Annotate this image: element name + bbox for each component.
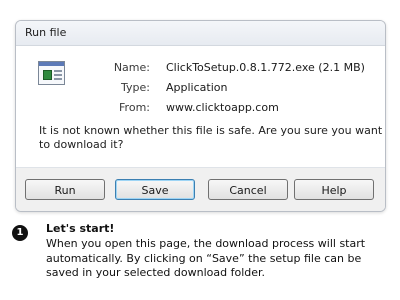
type-label: Type: xyxy=(121,81,150,94)
step-title: Let's start! xyxy=(46,222,115,235)
name-value: ClickToSetup.0.8.1.772.exe (2.1 MB) xyxy=(166,61,365,74)
step-number-badge: 1 xyxy=(12,225,28,241)
from-value: www.clicktoapp.com xyxy=(166,101,279,114)
save-button[interactable]: Save xyxy=(115,179,195,200)
dialog-title: Run file xyxy=(16,21,385,46)
from-label: From: xyxy=(119,101,150,114)
step-description: When you open this page, the download pr… xyxy=(46,237,366,279)
run-file-dialog: Run file Name: ClickToSetup.0.8.1.772.ex… xyxy=(15,20,386,212)
type-value: Application xyxy=(166,81,228,94)
divider xyxy=(16,167,385,168)
name-label: Name: xyxy=(113,61,150,74)
help-button[interactable]: Help xyxy=(294,179,374,200)
cancel-button[interactable]: Cancel xyxy=(208,179,288,200)
button-bar: Run Save Cancel Help xyxy=(16,167,385,211)
run-button[interactable]: Run xyxy=(25,179,105,200)
application-file-icon xyxy=(38,61,65,85)
safety-warning: It is not known whether this file is saf… xyxy=(39,124,383,151)
